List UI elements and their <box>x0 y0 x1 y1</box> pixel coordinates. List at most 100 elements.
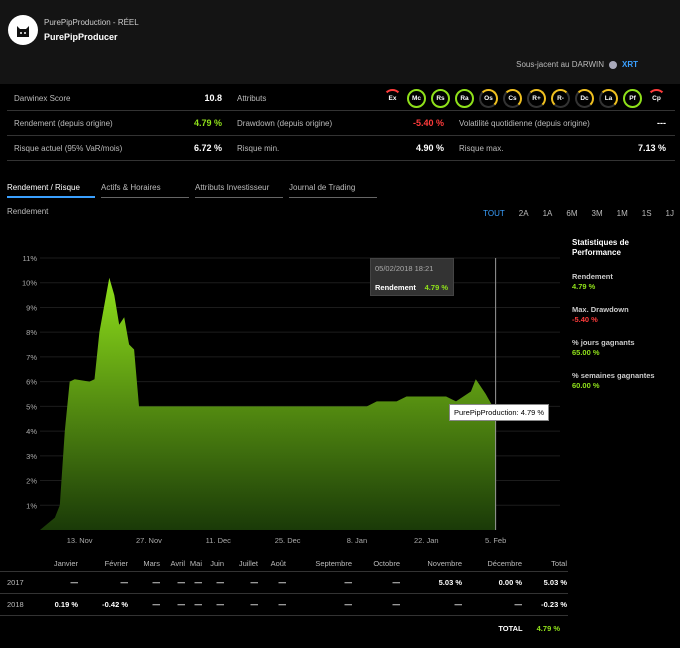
section-tabs: Rendement / Risque Actifs & Horaires Att… <box>7 183 377 198</box>
month-header: Septembre <box>315 559 352 568</box>
trader-name[interactable]: PurePipProducer <box>44 32 118 42</box>
month-cell: — <box>454 600 463 609</box>
perf-label: % jours gagnants <box>572 338 635 347</box>
perf-value: -5.40 % <box>572 315 598 324</box>
perf-return: Rendement 4.79 % <box>572 272 672 292</box>
year-cell: 2018 <box>7 600 24 609</box>
x-tick-label: 11. Dec <box>206 536 232 545</box>
attribute-badge[interactable]: R+ <box>527 88 546 108</box>
month-cell: — <box>194 578 203 587</box>
tab-return-risk[interactable]: Rendement / Risque <box>7 183 95 198</box>
y-tick-label: 8% <box>26 328 37 337</box>
attribute-badge[interactable]: Os <box>479 88 498 108</box>
x-tick-label: 27. Nov <box>136 536 162 545</box>
range-1d-button[interactable]: 1J <box>666 209 674 218</box>
underlying-dot-icon <box>609 60 617 69</box>
total-header: Total <box>551 559 567 568</box>
month-cell: — <box>278 600 287 609</box>
perf-value: 65.00 % <box>572 348 600 357</box>
range-6m-button[interactable]: 6M <box>566 209 577 218</box>
table-row: 2018 0.19 % -0.42 % — — — — — — — — — — -0.23 % <box>0 594 568 616</box>
month-cell: — <box>120 578 129 587</box>
perf-value: 4.79 % <box>572 282 596 291</box>
y-tick-label: 1% <box>26 501 37 510</box>
perf-max-drawdown: Max. Drawdown -5.40 % <box>572 305 672 325</box>
attribute-badge[interactable]: Ra <box>455 88 474 108</box>
volatility-value: --- <box>657 118 666 128</box>
chart-section-label: Rendement <box>7 207 49 216</box>
month-header: Novembre <box>427 559 462 568</box>
tab-trading-journal[interactable]: Journal de Trading <box>289 183 377 198</box>
y-tick-label: 7% <box>26 353 37 362</box>
attribute-badge[interactable]: Mc <box>407 88 426 108</box>
x-tick-label: 5. Feb <box>485 536 506 545</box>
attributes-cell: Attributs Ex Mc Rs Ra Os Cs R+ R- Dc La … <box>229 86 673 110</box>
y-tick-label: 6% <box>26 378 37 387</box>
month-cell: — <box>216 578 225 587</box>
month-cell: — <box>177 600 186 609</box>
volatility-cell: Volatilité quotidienne (depuis origine) … <box>451 111 673 135</box>
series-pointer-label: PurePipProduction: 4.79 % <box>449 404 550 421</box>
month-cell: — <box>278 578 287 587</box>
return-chart[interactable]: 11% 10% 9% 8% 7% 6% 5% 4% 3% 2% 1% 13. Nov 27. Nov 1… <box>0 250 568 550</box>
score-cell: Darwinex Score 10.8 <box>7 86 229 110</box>
attribute-badge[interactable]: Pf <box>623 88 642 108</box>
month-cell: — <box>250 600 259 609</box>
month-header: Octobre <box>373 559 400 568</box>
month-header: Mai <box>189 559 202 568</box>
tooltip-value: 4.79 % <box>424 283 448 292</box>
tab-investor-attributes[interactable]: Attributs Investisseur <box>195 183 283 198</box>
year-total-cell: 5.03 % <box>543 578 567 587</box>
range-2y-button[interactable]: 2A <box>519 209 529 218</box>
month-cell: — <box>216 600 225 609</box>
risk-max-value: 7.13 % <box>637 143 666 153</box>
range-1m-button[interactable]: 1M <box>617 209 628 218</box>
month-cell: -0.42 % <box>102 600 128 609</box>
cat-logo-icon <box>17 26 29 37</box>
month-header: Janvier <box>53 559 78 568</box>
attribute-badge[interactable]: Ex <box>383 88 402 108</box>
y-tick-label: 3% <box>26 452 37 461</box>
month-header: Mars <box>143 559 160 568</box>
return-cell: Rendement (depuis origine) 4.79 % <box>7 111 229 135</box>
month-header: Avril <box>170 559 185 568</box>
attribute-badge[interactable]: La <box>599 88 618 108</box>
volatility-label: Volatilité quotidienne (depuis origine) <box>459 118 590 128</box>
attribute-badge[interactable]: Cp <box>647 88 666 108</box>
month-header: Août <box>270 559 286 568</box>
underlying-info: Sous-jacent au DARWIN XRT <box>516 60 638 69</box>
total-label: TOTAL <box>498 623 523 633</box>
return-value: 4.79 % <box>193 118 222 128</box>
range-1w-button[interactable]: 1S <box>642 209 652 218</box>
attribute-badge[interactable]: R- <box>551 88 570 108</box>
monthly-returns-table: Janvier Février Mars Avril Mai Juin Juil… <box>0 556 568 640</box>
month-header: Juillet <box>238 559 258 568</box>
month-header: Décembre <box>487 559 522 568</box>
month-header: Juin <box>210 559 224 568</box>
range-3m-button[interactable]: 3M <box>592 209 603 218</box>
y-tick-label: 11% <box>23 254 38 263</box>
attribute-badge[interactable]: Rs <box>431 88 450 108</box>
performance-title: Statistiques de Performance <box>572 238 629 257</box>
range-selector: TOUT 2A 1A 6M 3M 1M 1S 1J <box>483 209 674 218</box>
attribute-badge[interactable]: Dc <box>575 88 594 108</box>
y-tick-label: 10% <box>22 279 37 288</box>
risk-max-cell: Risque max. 7.13 % <box>451 136 673 160</box>
underlying-link[interactable]: XRT <box>622 60 638 69</box>
drawdown-cell: Drawdown (depuis origine) -5.40 % <box>229 111 451 135</box>
tab-assets-hours[interactable]: Actifs & Horaires <box>101 183 189 198</box>
perf-label: Max. Drawdown <box>572 305 629 314</box>
x-tick-label: 22. Jan <box>414 536 439 545</box>
year-total-cell: -0.23 % <box>541 600 567 609</box>
x-tick-label: 25. Dec <box>275 536 301 545</box>
return-label: Rendement (depuis origine) <box>14 118 113 128</box>
tooltip-date: 05/02/2018 18:21 <box>375 264 434 273</box>
perf-winning-days: % jours gagnants 65.00 % <box>572 338 672 358</box>
attribute-badge[interactable]: Cs <box>503 88 522 108</box>
range-1y-button[interactable]: 1A <box>543 209 553 218</box>
attributes-label: Attributs <box>237 93 267 103</box>
chart-tooltip: 05/02/2018 18:21 Rendement 4.79 % <box>370 258 454 296</box>
month-cell: — <box>194 600 203 609</box>
range-all-button[interactable]: TOUT <box>483 209 505 218</box>
avatar[interactable] <box>8 15 38 45</box>
